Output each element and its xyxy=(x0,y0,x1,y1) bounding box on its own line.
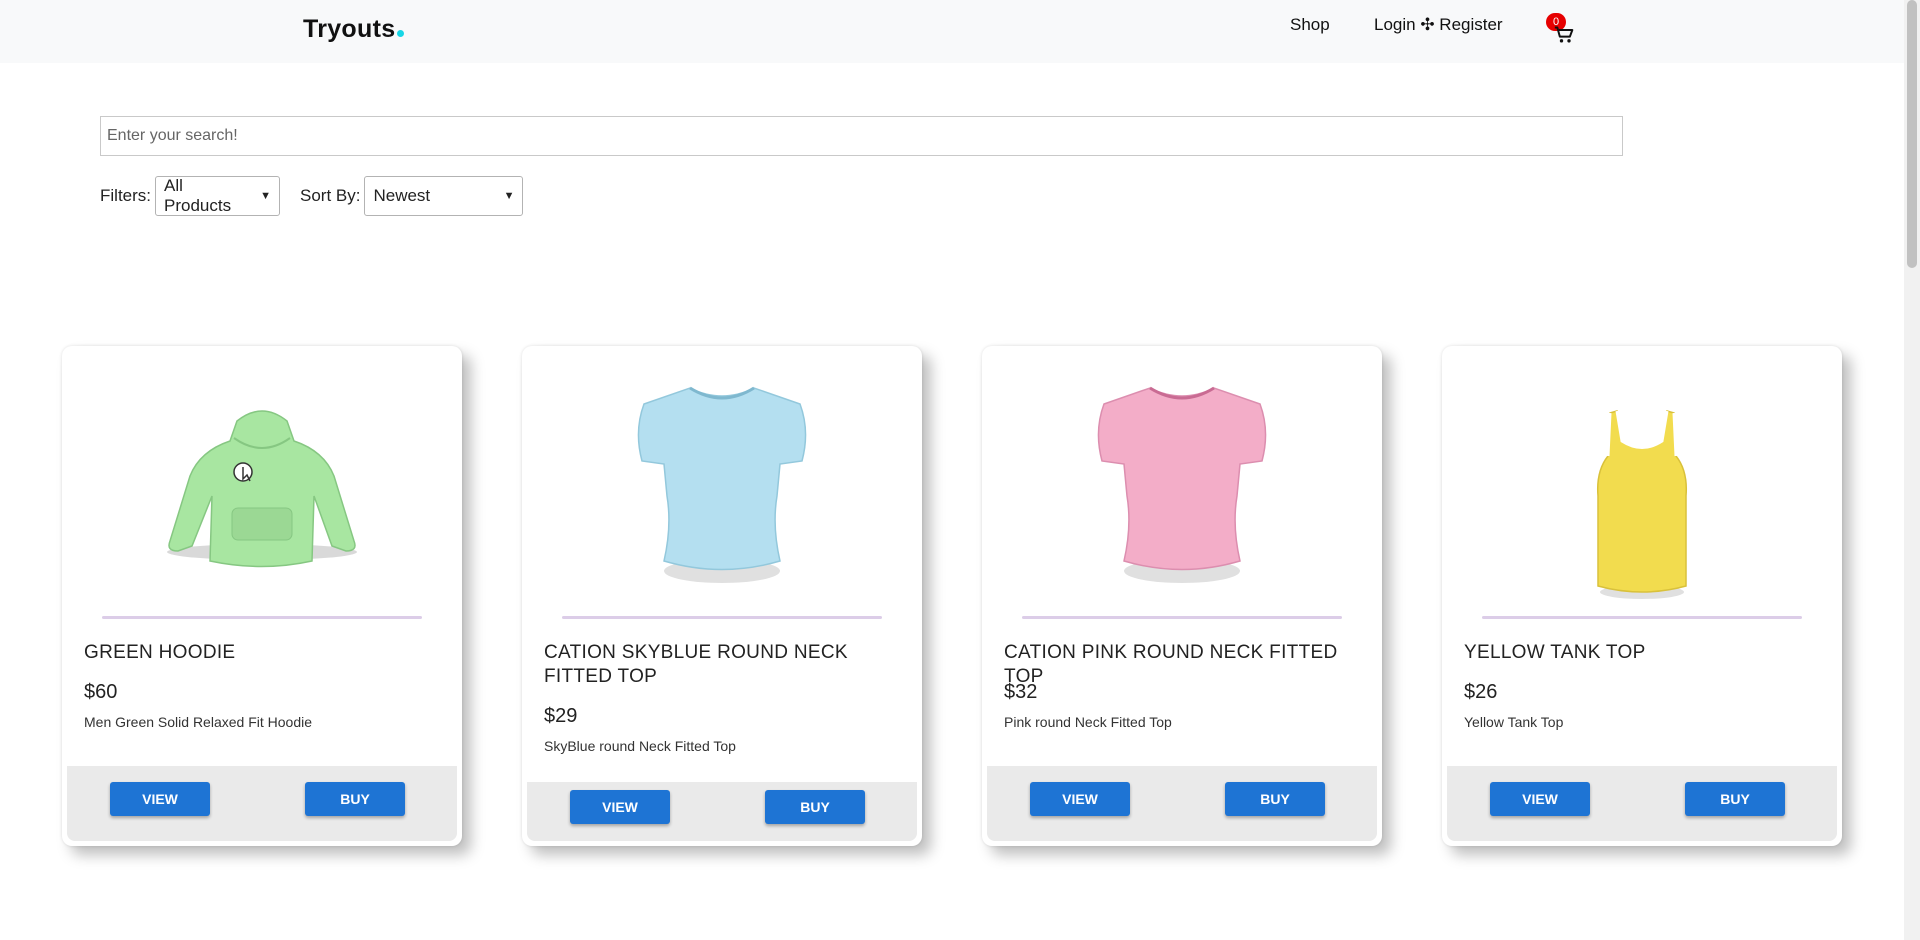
product-description: Pink round Neck Fitted Top xyxy=(1004,714,1172,730)
filters-label: Filters: xyxy=(100,186,151,205)
chevron-down-icon: ▼ xyxy=(503,190,515,202)
product-image-yellow-tank[interactable] xyxy=(1442,346,1842,616)
card-divider xyxy=(562,616,882,619)
card-divider xyxy=(102,616,422,619)
buy-button[interactable]: BUY xyxy=(765,790,865,824)
product-title: CATION PINK ROUND NECK FITTED TOP xyxy=(1004,642,1338,687)
product-price: $26 xyxy=(1464,681,1498,703)
filters-select[interactable]: All Products ▼ xyxy=(155,176,280,216)
view-button[interactable]: VIEW xyxy=(570,790,670,824)
cart-button[interactable]: 0 xyxy=(1546,13,1576,47)
view-button[interactable]: VIEW xyxy=(1490,782,1590,816)
filter-bar: Filters: All Products ▼ Sort By: Newest … xyxy=(100,176,524,216)
brand-logo[interactable]: Tryouts xyxy=(303,15,405,44)
vertical-scrollbar[interactable] xyxy=(1904,0,1920,940)
product-title: GREEN HOODIE xyxy=(84,642,236,663)
nav-login-register-link[interactable]: Login ✣ Register xyxy=(1374,15,1503,35)
product-image-skyblue-top[interactable] xyxy=(522,346,922,616)
product-card: CATION PINK ROUND NECK FITTED TOP $32 Pi… xyxy=(982,346,1382,846)
view-button[interactable]: VIEW xyxy=(1030,782,1130,816)
sort-select-value: Newest xyxy=(373,186,431,205)
sort-label: Sort By: xyxy=(300,186,361,205)
product-price: $32 xyxy=(1004,681,1038,703)
card-divider xyxy=(1482,616,1802,619)
search-input[interactable] xyxy=(100,116,1623,156)
card-footer: VIEW BUY xyxy=(67,766,457,841)
view-button[interactable]: VIEW xyxy=(110,782,210,816)
product-image-hoodie[interactable] xyxy=(62,346,462,616)
product-card: GREEN HOODIE $60 Men Green Solid Relaxed… xyxy=(62,346,462,846)
brand-name[interactable]: Tryouts xyxy=(303,15,395,43)
product-card: CATION SKYBLUE ROUND NECK FITTED TOP $29… xyxy=(522,346,922,846)
card-divider xyxy=(1022,616,1342,619)
card-footer: VIEW BUY xyxy=(987,766,1377,841)
product-title: CATION SKYBLUE ROUND NECK FITTED TOP xyxy=(544,642,848,687)
brand-dot xyxy=(397,30,405,37)
product-title: YELLOW TANK TOP xyxy=(1464,642,1646,663)
product-description: Men Green Solid Relaxed Fit Hoodie xyxy=(84,714,313,730)
card-footer: VIEW BUY xyxy=(527,782,917,841)
cart-icon xyxy=(1554,26,1574,43)
chevron-down-icon: ▼ xyxy=(260,190,271,202)
navbar: Tryouts Shop Login ✣ Register 0 xyxy=(0,0,1904,63)
product-description: Yellow Tank Top xyxy=(1464,714,1564,730)
product-card: YELLOW TANK TOP $26 Yellow Tank Top VIEW… xyxy=(1442,346,1842,846)
product-description: SkyBlue round Neck Fitted Top xyxy=(544,738,736,754)
product-image-pink-top[interactable] xyxy=(982,346,1382,616)
buy-button[interactable]: BUY xyxy=(1225,782,1325,816)
product-price: $29 xyxy=(544,705,578,727)
card-footer: VIEW BUY xyxy=(1447,766,1837,841)
product-price: $60 xyxy=(84,681,118,703)
filters-select-value: All Products xyxy=(164,176,232,215)
buy-button[interactable]: BUY xyxy=(1685,782,1785,816)
buy-button[interactable]: BUY xyxy=(305,782,405,816)
scrollbar-thumb[interactable] xyxy=(1907,0,1917,268)
nav-shop-link[interactable]: Shop xyxy=(1290,15,1330,35)
sort-select[interactable]: Newest ▼ xyxy=(364,176,524,216)
